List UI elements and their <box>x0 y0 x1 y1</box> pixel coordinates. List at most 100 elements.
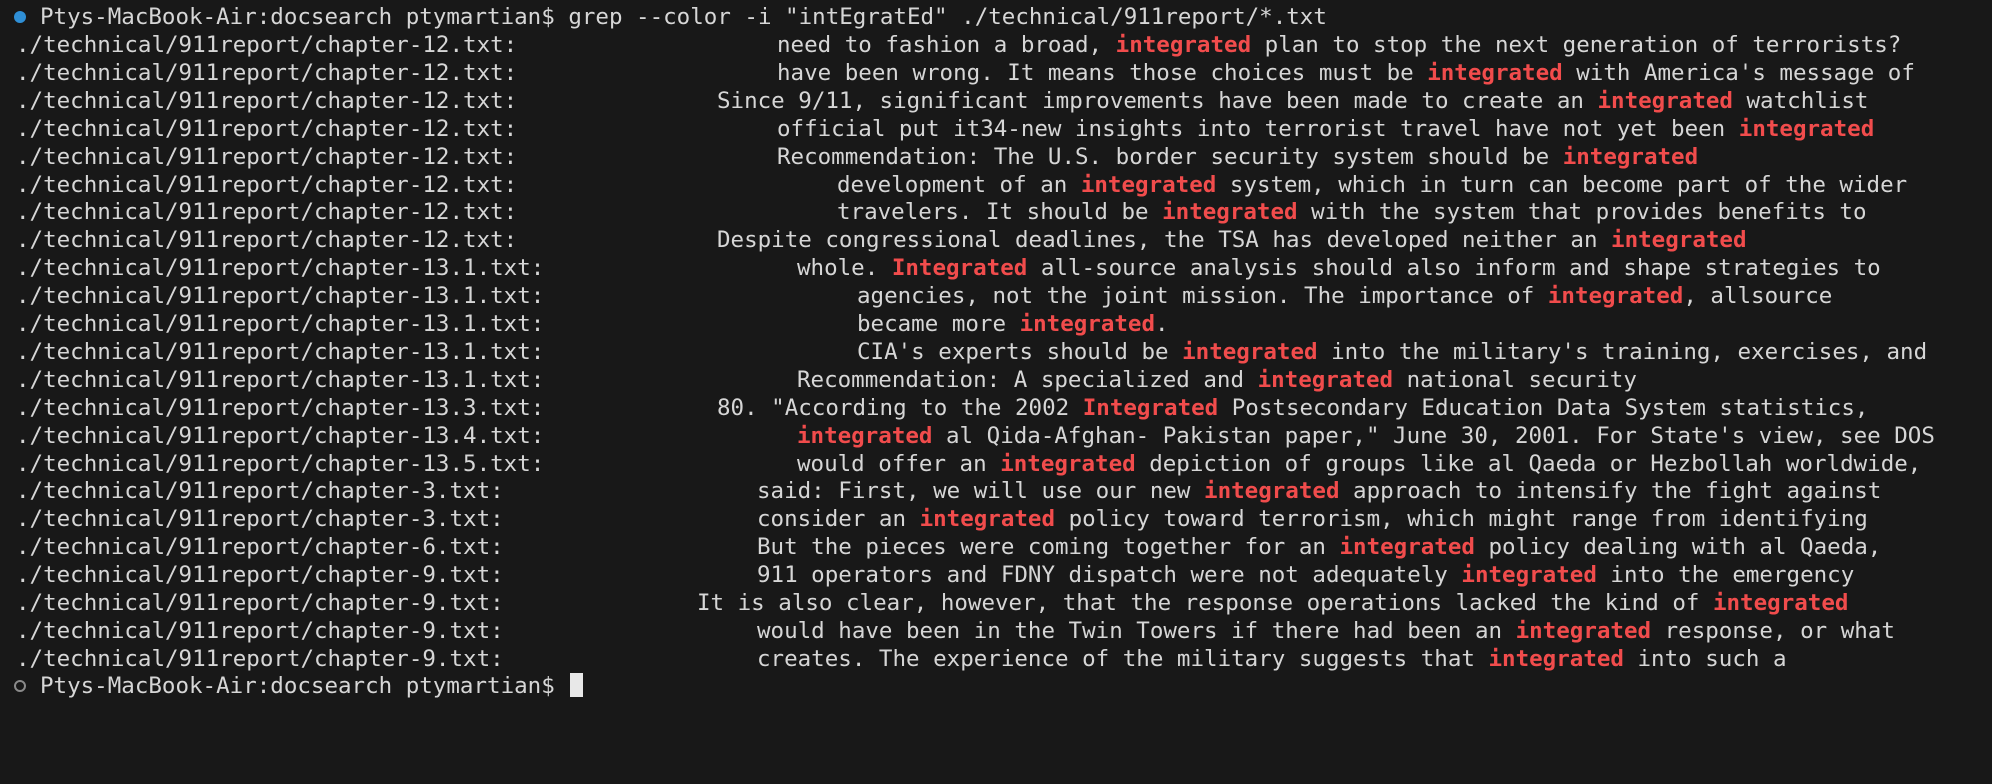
result-file-path: ./technical/911report/chapter-13.3.txt: <box>16 394 545 421</box>
result-text: 911 operators and FDNY dispatch were not… <box>757 561 1854 589</box>
result-text: But the pieces were coming together for … <box>757 533 1881 561</box>
result-text: travelers. It should be integrated with … <box>837 198 1867 226</box>
result-text-after: national security <box>1393 366 1637 393</box>
result-text-after: plan to stop the next generation of terr… <box>1251 32 1902 58</box>
match-highlight: integrated <box>1738 115 1875 142</box>
match-highlight: integrated <box>797 422 933 449</box>
result-text: Since 9/11, significant improvements hav… <box>717 87 1868 115</box>
result-text-before: But the pieces were coming together for … <box>757 534 1340 561</box>
final-prompt: Ptys-MacBook-Air:docsearch ptymartian$ <box>40 672 584 700</box>
result-file-path: ./technical/911report/chapter-13.1.txt: <box>16 366 545 393</box>
result-text-after: al Qida-Afghan- Pakistan paper," June 30… <box>932 422 1935 449</box>
result-text-before: Despite congressional deadlines, the TSA… <box>717 227 1612 254</box>
match-highlight: integrated <box>1461 562 1597 589</box>
result-file-path: ./technical/911report/chapter-13.1.txt: <box>16 311 545 337</box>
result-file-path: ./technical/911report/chapter-3.txt: <box>16 506 504 533</box>
text-cursor <box>570 673 584 697</box>
match-highlight: integrated <box>1547 283 1684 310</box>
match-highlight: integrated <box>1712 590 1849 616</box>
result-text-before: would offer an <box>797 450 1001 477</box>
result-file-path: ./technical/911report/chapter-13.1.txt: <box>16 338 545 365</box>
result-text: Despite congressional deadlines, the TSA… <box>717 226 1747 254</box>
result-text-after: policy toward terrorism, which might ran… <box>1055 506 1868 533</box>
result-file-path: ./technical/911report/chapter-13.4.txt: <box>16 422 545 449</box>
result-text-before: Since 9/11, significant improvements hav… <box>717 87 1598 114</box>
command-status-dot-icon <box>14 11 26 23</box>
result-text: creates. The experience of the military … <box>757 645 1787 673</box>
result-text-before: consider an <box>757 506 920 533</box>
match-highlight: Integrated <box>891 255 1028 282</box>
result-text: integrated al Qida-Afghan- Pakistan pape… <box>797 422 1935 450</box>
result-text: official put it34-new insights into terr… <box>777 115 1874 143</box>
result-file-path: ./technical/911report/chapter-13.1.txt: <box>16 255 545 282</box>
result-file-path: ./technical/911report/chapter-12.txt: <box>16 59 518 86</box>
result-text: would offer an integrated depiction of g… <box>797 450 1921 478</box>
match-highlight: integrated <box>1488 645 1624 672</box>
result-text-before: need to fashion a broad, <box>777 32 1116 58</box>
result-file-path: ./technical/911report/chapter-9.txt: <box>16 590 504 616</box>
result-file-path: ./technical/911report/chapter-12.txt: <box>16 143 518 170</box>
result-text: have been wrong. It means those choices … <box>777 59 1915 87</box>
result-text-after: response, or what <box>1651 617 1895 644</box>
match-highlight: integrated <box>1562 143 1699 170</box>
match-highlight: integrated <box>1019 311 1156 337</box>
result-text: Recommendation: The U.S. border security… <box>777 143 1698 171</box>
result-file-path: ./technical/911report/chapter-3.txt: <box>16 478 504 505</box>
result-file-path: ./technical/911report/chapter-9.txt: <box>16 617 504 644</box>
result-text: CIA's experts should be integrated into … <box>857 338 1927 366</box>
terminal-window[interactable]: Ptys-MacBook-Air:docsearch ptymartian$ g… <box>0 0 1992 708</box>
result-text-before: 911 operators and FDNY dispatch were not… <box>757 562 1462 589</box>
result-text-after: policy dealing with al Qaeda, <box>1474 534 1882 561</box>
result-text-after: system, which in turn can become part of… <box>1216 171 1908 198</box>
result-text: consider an integrated policy toward ter… <box>757 505 1868 533</box>
match-highlight: integrated <box>1162 199 1298 226</box>
result-text-after: into the military's training, exercises,… <box>1317 338 1928 365</box>
match-highlight: integrated <box>1000 450 1136 477</box>
result-text-after: into such a <box>1623 645 1787 672</box>
final-prompt-line[interactable]: Ptys-MacBook-Air:docsearch ptymartian$ <box>14 672 584 700</box>
command-text: Ptys-MacBook-Air:docsearch ptymartian$ g… <box>40 4 1327 30</box>
result-text-before: became more <box>857 311 1020 337</box>
match-highlight: integrated <box>1597 87 1733 114</box>
result-file-path: ./technical/911report/chapter-6.txt: <box>16 534 504 561</box>
result-file-path: ./technical/911report/chapter-13.5.txt: <box>16 450 545 477</box>
result-file-path: ./technical/911report/chapter-13.1.txt: <box>16 283 545 310</box>
result-text: would have been in the Twin Towers if th… <box>757 617 1895 645</box>
match-highlight: integrated <box>1115 32 1252 58</box>
result-text-after: with the system that provides benefits t… <box>1297 199 1867 226</box>
result-file-path: ./technical/911report/chapter-12.txt: <box>16 171 518 198</box>
result-text: Recommendation: A specialized and integr… <box>797 366 1637 394</box>
result-text-after: depiction of groups like al Qaeda or Hez… <box>1135 450 1922 477</box>
result-text-before: It is also clear, however, that the resp… <box>697 590 1713 616</box>
result-text: development of an integrated system, whi… <box>837 171 1907 199</box>
match-highlight: integrated <box>1611 227 1747 254</box>
match-highlight: integrated <box>1204 478 1340 505</box>
result-text-after: into the emergency <box>1596 562 1855 589</box>
result-text-after: with America's message of <box>1562 59 1915 86</box>
result-text-after: watchlist <box>1732 87 1869 114</box>
result-text-after: all-source analysis should also inform a… <box>1027 255 1881 282</box>
result-text: 80. "According to the 2002 Integrated Po… <box>717 394 1868 422</box>
result-text-before: development of an <box>837 171 1081 198</box>
result-text-before: CIA's experts should be <box>857 338 1183 365</box>
result-text-before: Recommendation: A specialized and <box>797 366 1258 393</box>
result-file-path: ./technical/911report/chapter-12.txt: <box>16 199 518 226</box>
result-file-path: ./technical/911report/chapter-12.txt: <box>16 32 518 58</box>
result-text-after: , allsource <box>1683 283 1833 310</box>
result-text-after: Postsecondary Education Data System stat… <box>1218 394 1869 421</box>
match-highlight: integrated <box>1257 366 1394 393</box>
result-file-path: ./technical/911report/chapter-9.txt: <box>16 645 504 672</box>
match-highlight: integrated <box>919 506 1056 533</box>
result-text-after: approach to intensify the fight against <box>1339 478 1882 505</box>
match-highlight: integrated <box>1515 617 1652 644</box>
result-text: agencies, not the joint mission. The imp… <box>857 282 1832 310</box>
result-file-path: ./technical/911report/chapter-12.txt: <box>16 115 518 142</box>
match-highlight: integrated <box>1427 59 1563 86</box>
result-text: It is also clear, however, that the resp… <box>697 589 1848 617</box>
result-file-path: ./technical/911report/chapter-12.txt: <box>16 87 518 114</box>
result-text-before: Recommendation: The U.S. border security… <box>777 143 1563 170</box>
match-highlight: integrated <box>1339 534 1475 561</box>
result-text-before: official put it34-new insights into terr… <box>777 115 1739 142</box>
result-text: whole. Integrated all-source analysis sh… <box>797 254 1881 282</box>
result-text-before: agencies, not the joint mission. The imp… <box>857 283 1548 310</box>
